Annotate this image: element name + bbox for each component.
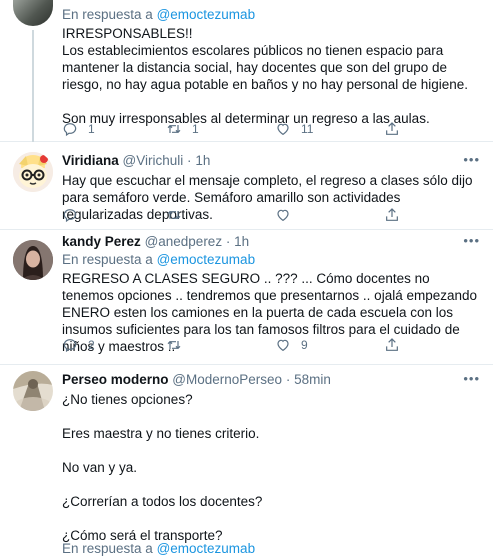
tweet-paragraph: No van y ya. — [62, 460, 138, 475]
more-options-icon[interactable]: ••• — [463, 371, 480, 386]
avatar[interactable] — [13, 0, 53, 26]
retweet-button[interactable] — [166, 337, 192, 353]
like-count: 9 — [301, 338, 308, 352]
retweet-count: 1 — [192, 122, 199, 136]
more-options-icon[interactable]: ••• — [463, 152, 480, 167]
reply-to-link[interactable]: @emoctezumab — [157, 541, 256, 556]
timestamp[interactable]: 1h — [195, 153, 210, 168]
share-button[interactable] — [384, 207, 400, 223]
tweet-header: Viridiana @Virichuli · 1h — [62, 152, 481, 170]
share-icon — [386, 208, 398, 221]
retweet-button[interactable] — [166, 207, 192, 223]
share-button[interactable] — [384, 121, 400, 137]
tweet-header: Perseo moderno @ModernoPerseo · 58min — [62, 371, 481, 389]
share-icon — [386, 338, 398, 351]
user-handle[interactable]: @Virichuli — [123, 153, 184, 168]
tweet-text: ¿No tienes opciones? Eres maestra y no t… — [62, 391, 481, 544]
retweet-icon — [167, 340, 181, 350]
tweet-paragraph: IRRESPONSABLES!! — [62, 26, 193, 41]
avatar[interactable] — [13, 371, 53, 411]
like-count: 11 — [301, 122, 314, 136]
reply-prefix: En respuesta a — [62, 541, 153, 556]
share-icon — [386, 122, 398, 135]
share-button[interactable] — [384, 337, 400, 353]
tweet-header: kandy Perez @anedperez · 1h — [62, 233, 481, 251]
reply-context-bottom: En respuesta a @emoctezumab — [62, 540, 255, 558]
display-name[interactable]: Perseo moderno — [62, 372, 169, 387]
tweet-paragraph: ¿Correrían a todos los docentes? — [62, 494, 263, 509]
user-handle[interactable]: @anedperez — [145, 234, 223, 249]
tweet-2[interactable]: Viridiana @Virichuli · 1h Hay que escuch… — [0, 142, 493, 230]
reply-prefix: En respuesta a — [62, 252, 153, 267]
reply-context: En respuesta a @emoctezumab — [62, 6, 481, 24]
retweet-button[interactable]: 1 — [166, 121, 199, 137]
tweet-1[interactable]: En respuesta a @emoctezumab IRRESPONSABL… — [0, 0, 493, 142]
avatar[interactable] — [13, 240, 53, 280]
reply-to-link[interactable]: @emoctezumab — [157, 252, 256, 267]
separator-dot: · — [187, 153, 192, 168]
user-handle[interactable]: @ModernoPerseo — [172, 372, 282, 387]
display-name[interactable]: kandy Perez — [62, 234, 141, 249]
reply-prefix: En respuesta a — [62, 7, 153, 22]
like-button[interactable]: 11 — [275, 121, 313, 137]
separator-dot: · — [285, 372, 291, 387]
thread-line — [32, 30, 34, 142]
tweet-actions: 2 9 — [62, 337, 402, 355]
tweet-4[interactable]: Perseo moderno @ModernoPerseo · 58min ¿N… — [0, 365, 493, 558]
tweet-paragraph: Eres maestra y no tienes criterio. — [62, 426, 260, 441]
display-name[interactable]: Viridiana — [62, 153, 119, 168]
tweet-3[interactable]: kandy Perez @anedperez · 1h En respuesta… — [0, 230, 493, 365]
reply-icon — [63, 123, 77, 137]
tweet-text: IRRESPONSABLES!! Los establecimientos es… — [62, 25, 481, 127]
heart-icon — [277, 123, 289, 136]
reply-context: En respuesta a @emoctezumab — [62, 251, 481, 269]
reply-button[interactable]: 2 — [62, 337, 95, 353]
timestamp[interactable]: 58min — [294, 372, 331, 387]
tweet-actions — [62, 207, 402, 225]
reply-count: 2 — [88, 338, 95, 352]
like-button[interactable] — [275, 207, 301, 223]
tweet-paragraph: Los establecimientos escolares públicos … — [62, 43, 469, 92]
retweet-icon — [167, 210, 181, 220]
heart-icon — [277, 209, 289, 222]
heart-icon — [277, 339, 289, 352]
avatar[interactable] — [13, 152, 53, 192]
reply-button[interactable] — [62, 207, 88, 223]
reply-icon — [63, 209, 77, 223]
reply-icon — [63, 339, 77, 353]
reply-count: 1 — [88, 122, 95, 136]
timestamp[interactable]: 1h — [234, 234, 249, 249]
tweet-paragraph: ¿No tienes opciones? — [62, 392, 193, 407]
separator-dot: · — [225, 234, 231, 249]
more-options-icon[interactable]: ••• — [463, 233, 480, 248]
reply-to-link[interactable]: @emoctezumab — [157, 7, 256, 22]
tweet-actions: 1 1 11 — [62, 121, 402, 139]
reply-button[interactable]: 1 — [62, 121, 95, 137]
like-button[interactable]: 9 — [275, 337, 308, 353]
retweet-icon — [167, 124, 181, 134]
